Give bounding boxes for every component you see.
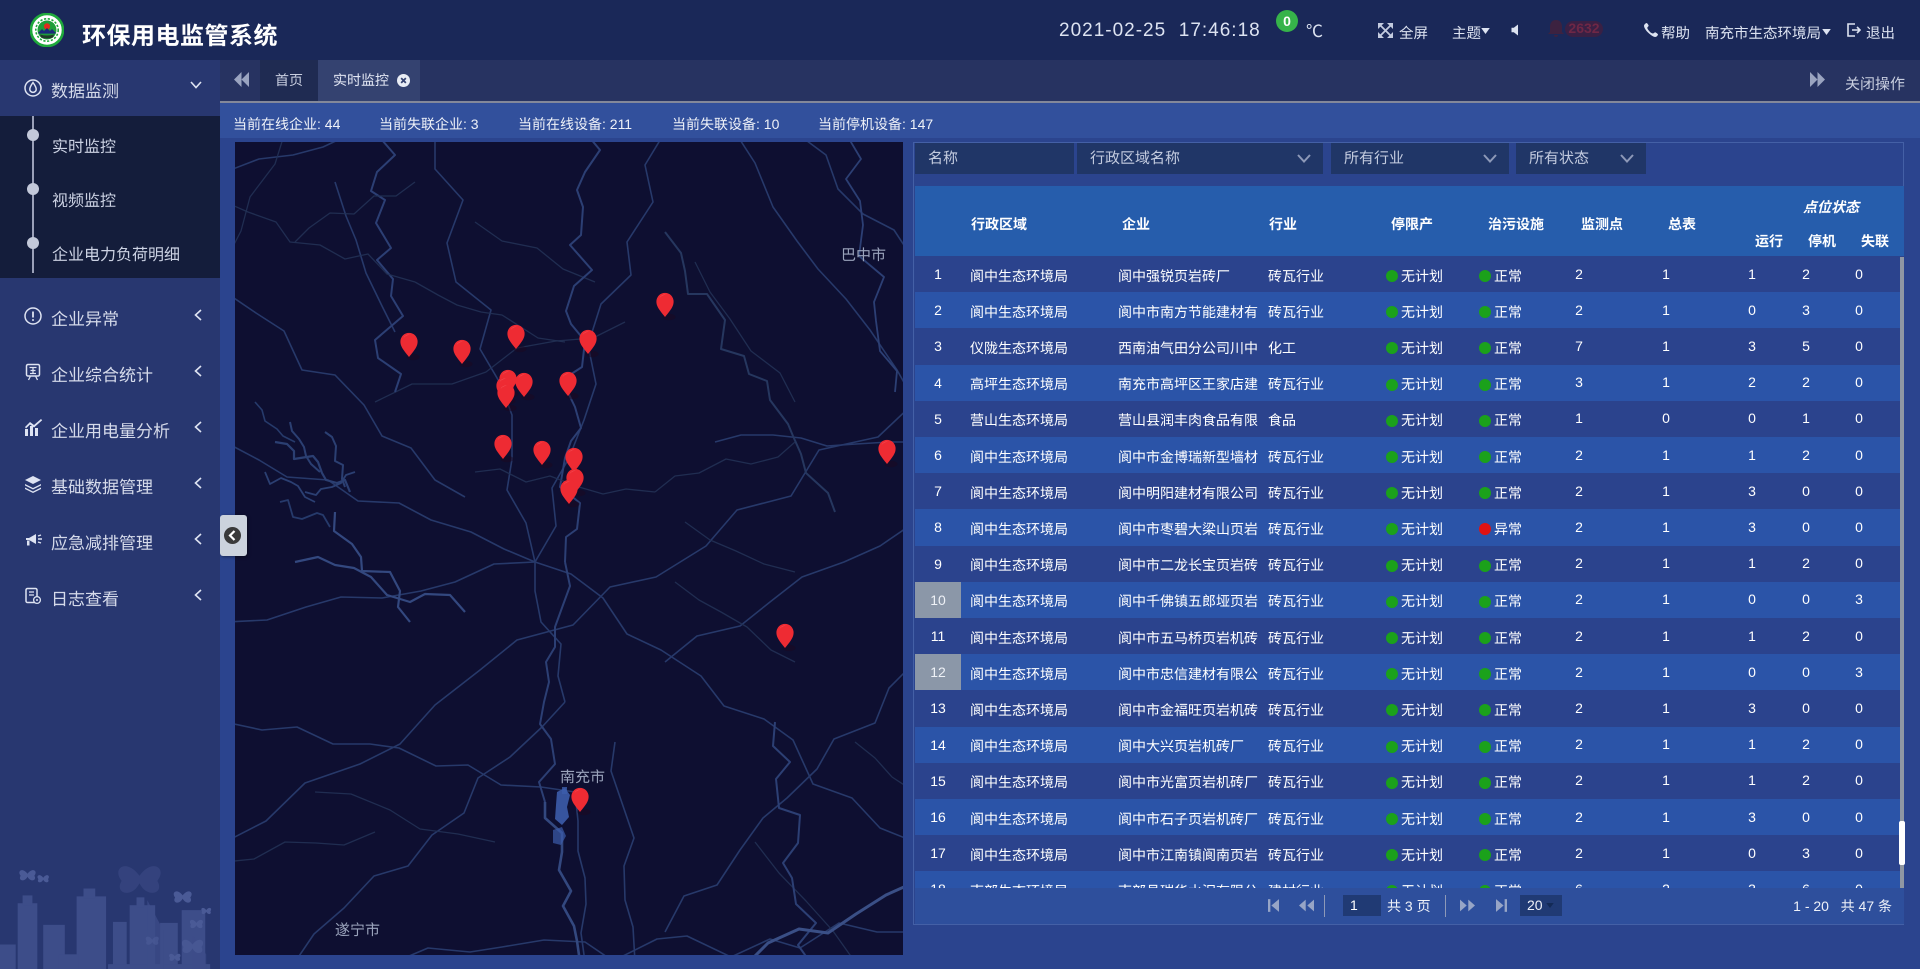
svg-text:南充市: 南充市	[560, 769, 605, 786]
svg-text:巴中市: 巴中市	[841, 247, 886, 264]
svg-text:遂宁市: 遂宁市	[335, 922, 380, 939]
